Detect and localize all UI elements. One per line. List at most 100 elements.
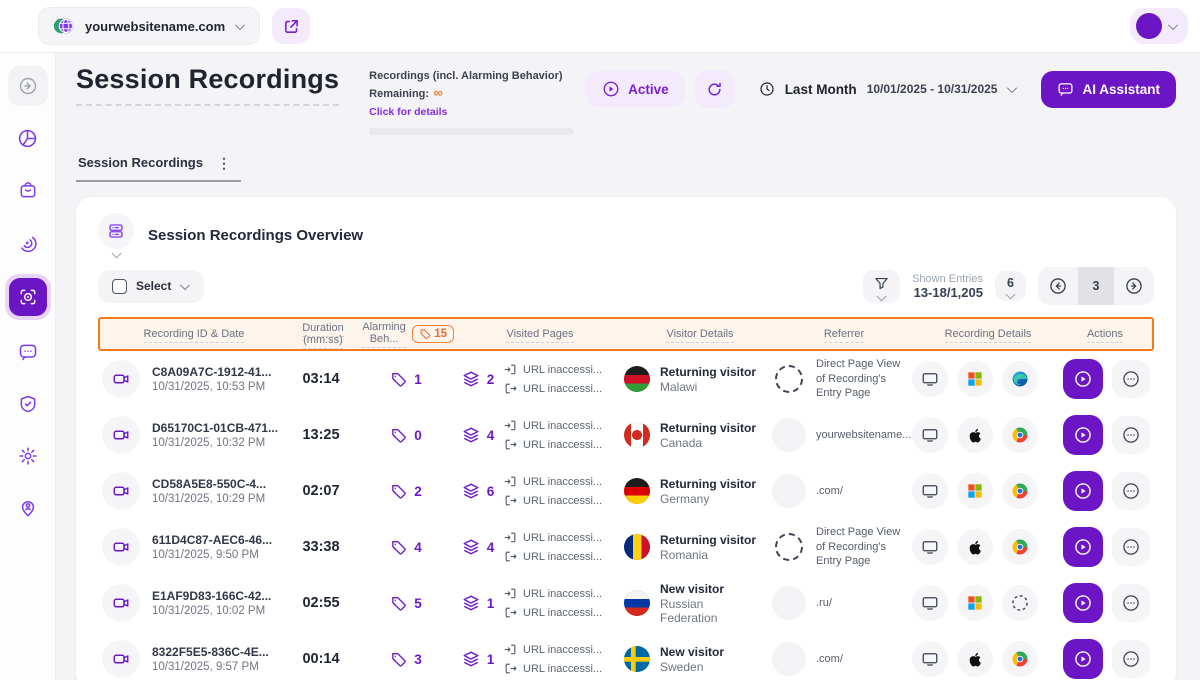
referrer-cell[interactable]: Direct Page View of Recording's Entry Pa… [772,525,912,570]
column-header-duration[interactable]: Duration (mm:ss) [284,322,362,346]
alarming-behavior-count[interactable]: 2 [360,483,452,500]
chrome-browser-icon[interactable] [1002,473,1038,509]
referrer-cell[interactable]: .com/ [772,642,912,676]
referrer-cell[interactable]: yourwebsitename... [772,418,912,452]
apple-os-icon[interactable] [957,641,993,677]
column-header-visitor-details[interactable]: Visitor Details [626,328,774,340]
sidebar-item-dashboard[interactable] [8,118,48,158]
active-filter-button[interactable]: Active [586,71,685,107]
desktop-device-icon[interactable] [912,417,948,453]
site-selector[interactable]: yourwebsitename.com [38,7,260,45]
card-type-selector[interactable] [98,213,134,257]
entry-url[interactable]: URL inaccessi... [504,531,624,544]
exit-url[interactable]: URL inaccessi... [504,438,624,451]
windows-os-icon[interactable] [957,585,993,621]
current-page[interactable]: 3 [1078,267,1114,305]
visited-pages-count[interactable]: 1 [452,594,504,612]
visitor-details[interactable]: Returning visitor Germany [624,477,772,506]
alarming-behavior-count[interactable]: 4 [360,539,452,556]
desktop-device-icon[interactable] [912,361,948,397]
ai-assistant-button[interactable]: AI Assistant [1041,71,1176,108]
windows-os-icon[interactable] [957,361,993,397]
select-rows-button[interactable]: Select [98,270,204,303]
more-actions-button[interactable] [1112,360,1150,398]
entry-url[interactable]: URL inaccessi... [504,587,624,600]
play-recording-button[interactable] [1063,583,1103,623]
sidebar-item-visitors[interactable] [8,488,48,528]
play-recording-button[interactable] [1063,415,1103,455]
desktop-device-icon[interactable] [912,585,948,621]
desktop-device-icon[interactable] [912,529,948,565]
column-header-actions[interactable]: Actions [1062,328,1148,340]
visitor-details[interactable]: New visitor Sweden [624,645,772,674]
visitor-details[interactable]: Returning visitor Malawi [624,365,772,394]
click-for-details-link[interactable]: Click for details [369,106,447,118]
next-page-button[interactable] [1114,267,1154,305]
previous-page-button[interactable] [1038,267,1078,305]
sidebar-item-conversions[interactable] [8,170,48,210]
more-actions-button[interactable] [1112,416,1150,454]
play-recording-button[interactable] [1063,471,1103,511]
desktop-device-icon[interactable] [912,473,948,509]
unknown-browser-icon[interactable] [1002,585,1038,621]
more-actions-button[interactable] [1112,472,1150,510]
referrer-cell[interactable]: .com/ [772,474,912,508]
alarming-behavior-count[interactable]: 0 [360,427,452,444]
tab-session-recordings[interactable]: Session Recordings ⋮ [76,149,241,182]
visited-pages-count[interactable]: 2 [452,370,504,388]
apple-os-icon[interactable] [957,529,993,565]
visited-pages-count[interactable]: 1 [452,650,504,668]
column-header-visited-pages[interactable]: Visited Pages [454,328,626,340]
filter-button[interactable] [863,270,900,303]
column-header-recording-id[interactable]: Recording ID & Date [104,328,284,340]
column-header-recording-details[interactable]: Recording Details [914,328,1062,340]
visited-pages-count[interactable]: 4 [452,538,504,556]
more-actions-button[interactable] [1112,640,1150,678]
select-all-checkbox[interactable] [112,279,127,294]
alarming-behavior-count[interactable]: 5 [360,595,452,612]
open-site-button[interactable] [272,8,310,44]
entry-url[interactable]: URL inaccessi... [504,363,624,376]
visited-pages-count[interactable]: 6 [452,482,504,500]
edge-browser-icon[interactable] [1002,361,1038,397]
exit-url[interactable]: URL inaccessi... [504,550,624,563]
date-range-picker[interactable]: Last Month 10/01/2025 - 10/31/2025 [745,72,1032,106]
column-header-alarming-behavior[interactable]: Alarming Beh... 15 [362,321,454,348]
exit-url[interactable]: URL inaccessi... [504,494,624,507]
entry-url[interactable]: URL inaccessi... [504,419,624,432]
tab-menu-kebab-icon[interactable]: ⋮ [217,158,231,168]
entry-url[interactable]: URL inaccessi... [504,475,624,488]
user-menu[interactable] [1130,8,1188,44]
sidebar-collapse-button[interactable] [8,66,48,106]
column-header-referrer[interactable]: Referrer [774,328,914,340]
alarming-behavior-count[interactable]: 1 [360,371,452,388]
exit-url[interactable]: URL inaccessi... [504,382,624,395]
sidebar-item-session-recordings[interactable] [5,274,51,320]
apple-os-icon[interactable] [957,417,993,453]
sidebar-item-feedback[interactable] [8,332,48,372]
desktop-device-icon[interactable] [912,641,948,677]
visitor-details[interactable]: Returning visitor Romania [624,533,772,562]
play-recording-button[interactable] [1063,639,1103,679]
windows-os-icon[interactable] [957,473,993,509]
more-actions-button[interactable] [1112,584,1150,622]
sidebar-item-settings[interactable] [8,436,48,476]
refresh-button[interactable] [695,70,735,108]
exit-url[interactable]: URL inaccessi... [504,606,624,619]
sidebar-item-heatmaps[interactable] [8,222,48,262]
alarming-count-badge[interactable]: 15 [412,325,454,343]
visitor-details[interactable]: New visitor Russian Federation [624,582,772,625]
exit-url[interactable]: URL inaccessi... [504,662,624,675]
sidebar-item-privacy[interactable] [8,384,48,424]
play-recording-button[interactable] [1063,359,1103,399]
referrer-cell[interactable]: Direct Page View of Recording's Entry Pa… [772,357,912,402]
referrer-cell[interactable]: .ru/ [772,586,912,620]
play-recording-button[interactable] [1063,527,1103,567]
page-size-selector[interactable]: 6 [995,271,1026,301]
chrome-browser-icon[interactable] [1002,641,1038,677]
visited-pages-count[interactable]: 4 [452,426,504,444]
chrome-browser-icon[interactable] [1002,417,1038,453]
alarming-behavior-count[interactable]: 3 [360,651,452,668]
more-actions-button[interactable] [1112,528,1150,566]
chrome-browser-icon[interactable] [1002,529,1038,565]
